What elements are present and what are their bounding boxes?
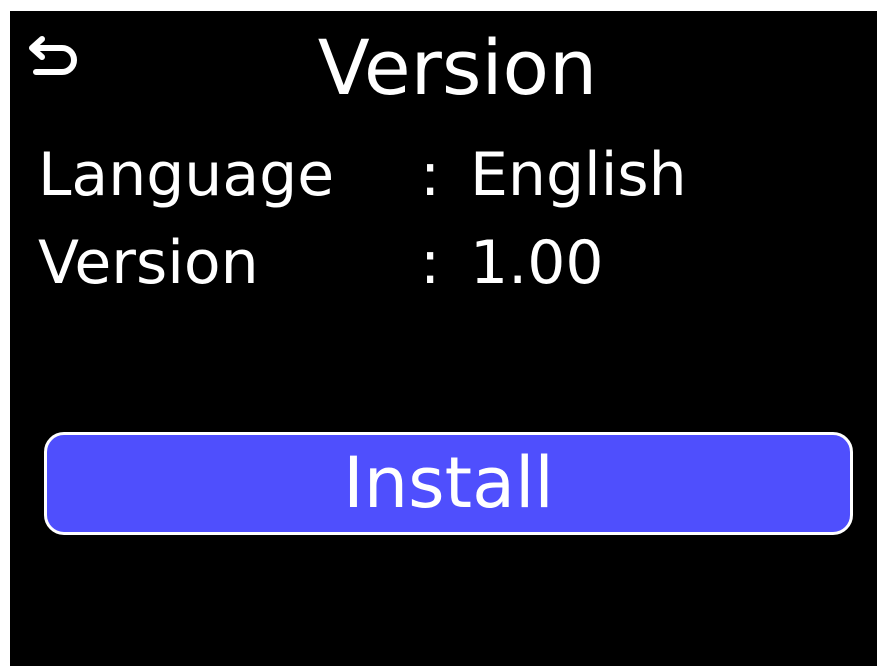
language-value: English [470,140,687,210]
install-button[interactable]: Install [44,432,853,535]
device-screen: Version Language : English Version : 1.0… [10,11,877,666]
version-value: 1.00 [470,228,604,298]
language-separator: : [420,140,441,210]
page-title: Version [317,23,598,112]
version-label: Version [38,228,259,298]
version-separator: : [420,228,441,298]
header: Version [10,11,877,121]
language-label: Language [38,140,335,210]
